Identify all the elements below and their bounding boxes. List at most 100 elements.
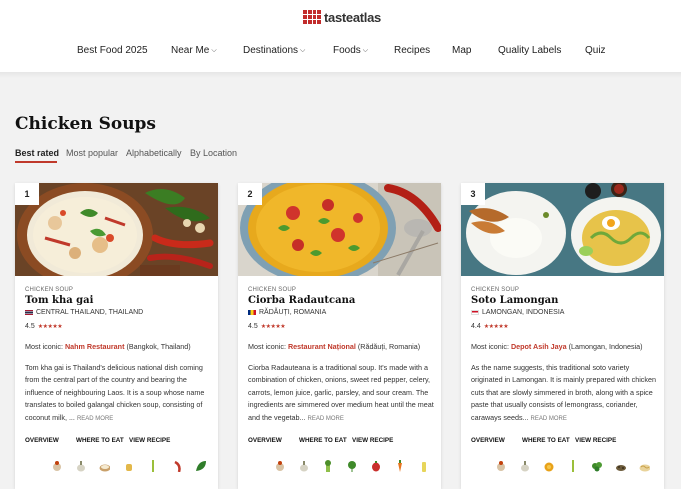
where-to-eat-link[interactable]: WHERE TO EAT: [522, 437, 570, 444]
dish-description: Ciorba Radauteana is a traditional soup.…: [248, 362, 436, 425]
logo-text: tasteatlas: [324, 9, 381, 25]
dish-image[interactable]: 2: [238, 183, 441, 276]
rank-badge: 2: [238, 183, 262, 205]
nav-map[interactable]: Map: [452, 45, 471, 56]
rating-stars-icon: ★★★★★: [37, 324, 63, 330]
red-pepper-icon[interactable]: [370, 459, 381, 472]
turmeric-icon[interactable]: [543, 459, 554, 472]
rating-stars-icon: ★★★★★: [260, 324, 286, 330]
garlic-icon[interactable]: [519, 459, 530, 472]
dish-rating: 4.4 ★★★★★: [471, 323, 509, 330]
origin-text: RĂDĂUȚI, ROMANIA: [259, 309, 327, 316]
galangal-icon[interactable]: [123, 459, 134, 472]
main-nav: Best Food 2025 Near Me ⌵ Destinations ⌵ Fo…: [0, 45, 681, 63]
iconic-restaurant-link[interactable]: Nahm Restaurant: [65, 342, 125, 351]
nav-near-me[interactable]: Near Me ⌵: [171, 45, 217, 56]
tab-most-popular[interactable]: Most popular: [66, 148, 118, 158]
parsley-icon[interactable]: [346, 459, 357, 472]
iconic-location: (Bangkok, Thailand): [124, 342, 191, 351]
chicken-icon[interactable]: [495, 459, 506, 472]
lemon-juice-icon[interactable]: [418, 459, 429, 472]
coriander-icon[interactable]: [591, 459, 602, 472]
dish-image[interactable]: 3: [461, 183, 664, 276]
noodles-icon[interactable]: [639, 459, 650, 472]
lemongrass-icon[interactable]: [147, 459, 158, 472]
view-recipe-link[interactable]: VIEW RECIPE: [575, 437, 616, 444]
description-text: As the name suggests, this traditional s…: [471, 363, 656, 422]
dish-name[interactable]: Soto Lamongan: [471, 295, 558, 306]
chicken-icon[interactable]: [51, 459, 62, 472]
read-more-link[interactable]: READ MORE: [77, 416, 113, 422]
header-divider: [0, 72, 681, 78]
dish-image[interactable]: 1: [15, 183, 218, 276]
tab-best-rated[interactable]: Best rated: [15, 148, 59, 158]
nav-quality-labels[interactable]: Quality Labels: [498, 45, 561, 56]
tasteatlas-logo[interactable]: tasteatlas: [303, 8, 381, 26]
view-recipe-link[interactable]: VIEW RECIPE: [129, 437, 170, 444]
carrot-icon[interactable]: [394, 459, 405, 472]
dish-name[interactable]: Tom kha gai: [25, 295, 93, 306]
view-recipe-link[interactable]: VIEW RECIPE: [352, 437, 393, 444]
dish-card[interactable]: 3 CHICKEN SOUP Soto Lamongan LAMONGAN, I…: [461, 183, 664, 489]
rating-value: 4.5: [248, 323, 258, 330]
celery-icon[interactable]: [322, 459, 333, 472]
dish-origin[interactable]: RĂDĂUȚI, ROMANIA: [248, 309, 326, 316]
dish-name[interactable]: Ciorba Radautcana: [248, 295, 355, 306]
iconic-restaurant-link[interactable]: Depot Asih Jaya: [511, 342, 567, 351]
nav-label: Foods: [333, 45, 361, 56]
tab-by-location[interactable]: By Location: [190, 148, 237, 158]
chili-icon[interactable]: [171, 459, 182, 472]
page-title: Chicken Soups: [15, 114, 157, 134]
iconic-location: (Lamongan, Indonesia): [566, 342, 643, 351]
dish-rating: 4.5 ★★★★★: [25, 323, 63, 330]
dish-origin[interactable]: LAMONGAN, INDONESIA: [471, 309, 564, 316]
dish-category: CHICKEN SOUP: [248, 287, 297, 293]
dish-description: Tom kha gai is Thailand's delicious nati…: [25, 362, 213, 425]
top-bar: tasteatlas Best Food 2025 Near Me ⌵ Desti…: [0, 0, 681, 72]
nav-best-food-2025[interactable]: Best Food 2025: [77, 45, 148, 56]
ingredient-icons: [51, 459, 206, 475]
iconic-restaurant-link[interactable]: Restaurant Național: [288, 342, 356, 351]
origin-text: CENTRAL THAILAND, THAILAND: [36, 309, 144, 316]
garlic-icon[interactable]: [298, 459, 309, 472]
lemongrass-icon[interactable]: [567, 459, 578, 472]
chevron-down-icon: ⌵: [211, 46, 217, 54]
lime-leaf-icon[interactable]: [195, 459, 206, 472]
nav-label: Destinations: [243, 45, 299, 56]
nav-recipes[interactable]: Recipes: [394, 45, 430, 56]
origin-text: LAMONGAN, INDONESIA: [482, 309, 565, 316]
logo-grid-icon: [303, 10, 321, 24]
most-iconic: Most iconic: Restaurant Național (Rădăuț…: [248, 342, 420, 351]
coconut-milk-icon[interactable]: [99, 459, 110, 472]
read-more-link[interactable]: READ MORE: [308, 416, 344, 422]
garlic-icon[interactable]: [75, 459, 86, 472]
active-tab-indicator: [15, 161, 57, 163]
nav-destinations[interactable]: Destinations ⌵: [243, 45, 305, 56]
ingredient-icons: [274, 459, 429, 475]
dish-description: As the name suggests, this traditional s…: [471, 362, 659, 425]
nav-label: Map: [452, 45, 472, 56]
nav-label: Best Food 2025: [77, 45, 148, 56]
iconic-prefix: Most iconic:: [248, 342, 288, 351]
where-to-eat-link[interactable]: WHERE TO EAT: [299, 437, 347, 444]
nav-label: Near Me: [171, 45, 210, 56]
caraway-seeds-icon[interactable]: [615, 459, 626, 472]
tab-alphabetically[interactable]: Alphabetically: [126, 148, 182, 158]
read-more-link[interactable]: READ MORE: [531, 416, 567, 422]
nav-quiz[interactable]: Quiz: [585, 45, 606, 56]
dish-card[interactable]: 1 CHICKEN SOUP Tom kha gai CENTRAL THAIL…: [15, 183, 218, 489]
overview-link[interactable]: OVERVIEW: [248, 437, 282, 444]
romania-flag-icon: [248, 310, 256, 315]
chevron-down-icon: ⌵: [300, 46, 306, 54]
overview-link[interactable]: OVERVIEW: [25, 437, 59, 444]
dish-rating: 4.5 ★★★★★: [248, 323, 286, 330]
dish-origin[interactable]: CENTRAL THAILAND, THAILAND: [25, 309, 143, 316]
chicken-icon[interactable]: [274, 459, 285, 472]
where-to-eat-link[interactable]: WHERE TO EAT: [76, 437, 124, 444]
dish-card[interactable]: 2 CHICKEN SOUP Ciorba Radautcana RĂDĂUȚI…: [238, 183, 441, 489]
overview-link[interactable]: OVERVIEW: [471, 437, 505, 444]
dish-category: CHICKEN SOUP: [471, 287, 520, 293]
nav-label: Quiz: [585, 45, 606, 56]
nav-foods[interactable]: Foods ⌵: [333, 45, 368, 56]
rating-stars-icon: ★★★★★: [483, 324, 509, 330]
